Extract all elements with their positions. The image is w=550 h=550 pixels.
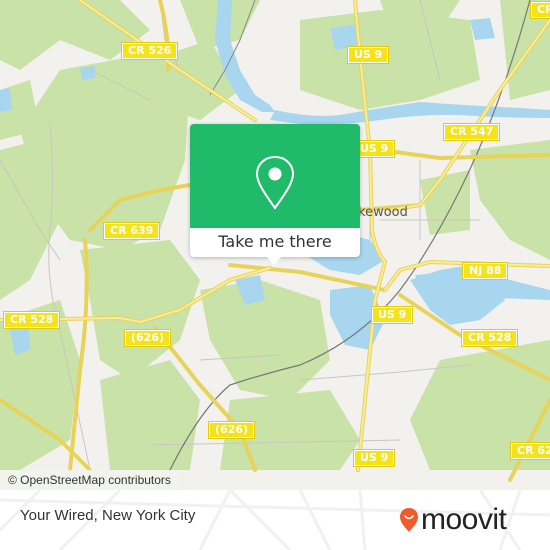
road-shield-cr623: CR 623 — [509, 442, 550, 460]
road-shield-cr528: CR 528 — [460, 329, 519, 347]
map-pin-icon — [255, 155, 295, 210]
popup-pointer — [266, 256, 282, 265]
road-shield-626: (626) — [123, 329, 172, 347]
location-title: Your Wired, New York City — [20, 507, 196, 524]
moovit-logo-text: moovit — [421, 503, 507, 536]
map-view[interactable]: CR 526 US 9 US 9 CR 547 CR 639 NJ 88 CR … — [0, 0, 550, 490]
road-shield-cr: CR — [530, 1, 550, 19]
road-shield-626: (626) — [207, 421, 256, 439]
road-shield-us9: US 9 — [352, 140, 396, 158]
road-shield-us9: US 9 — [352, 449, 396, 467]
road-shield-cr526: CR 526 — [120, 42, 179, 60]
location-popup[interactable]: Take me there — [190, 124, 360, 265]
map-attribution[interactable]: © OpenStreetMap contributors — [0, 470, 179, 490]
place-label-lakewood: kewood — [358, 205, 408, 220]
popup-header — [190, 124, 360, 228]
road-shield-cr639: CR 639 — [102, 222, 161, 240]
road-shield-nj88: NJ 88 — [461, 262, 509, 280]
moovit-logo[interactable]: moovit — [399, 502, 507, 538]
road-shield-cr528: CR 528 — [2, 311, 61, 329]
road-shield-cr547: CR 547 — [442, 123, 501, 141]
road-shield-us9: US 9 — [346, 46, 390, 64]
moovit-pin-icon — [400, 508, 418, 532]
road-shield-us9: US 9 — [370, 306, 414, 324]
take-me-there-button[interactable]: Take me there — [190, 228, 360, 257]
footer-bar: Your Wired, New York City moovit — [0, 490, 550, 550]
